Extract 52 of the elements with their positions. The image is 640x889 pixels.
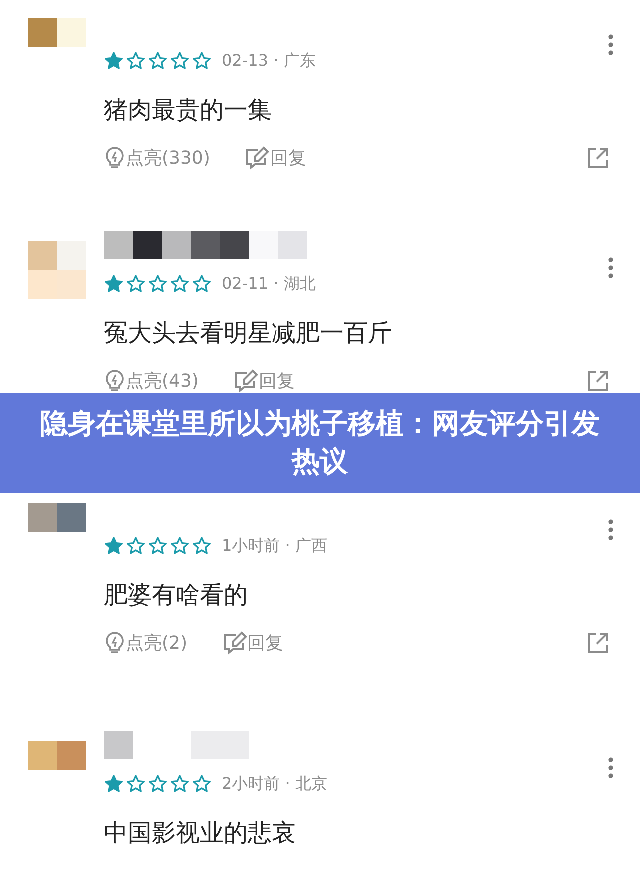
lightbulb-icon[interactable] [104,146,126,170]
pixelated-avatar [28,241,86,299]
comment-meta: 02-11 · 湖北 [222,274,316,294]
star-icon [170,774,190,794]
comment-meta: 1小时前 · 广西 [222,536,328,556]
like-button[interactable]: 点亮(43) [126,369,199,393]
comment-meta: 02-13 · 广东 [222,50,316,72]
pixelated-avatar [28,18,86,47]
star-icon [170,51,190,71]
star-icon [104,274,124,294]
pixelated-avatar [28,741,86,770]
banner-title: 隐身在课堂里所以为桃子移植：网友评分引发热议 [40,406,600,480]
edit-icon[interactable] [232,369,259,393]
pixelated-avatar [28,503,86,532]
star-icon [104,51,124,71]
lightbulb-icon[interactable] [104,369,126,393]
more-icon[interactable] [608,34,614,56]
star-icon [126,51,146,71]
edit-icon[interactable] [244,146,270,170]
edit-icon[interactable] [222,631,248,655]
star-icon [192,536,212,556]
share-icon[interactable] [586,631,610,655]
like-button[interactable]: 点亮(2) [126,631,188,655]
share-icon[interactable] [586,146,610,170]
star-icon [192,51,212,71]
comment-text: 冤大头去看明星减肥一百斤 [104,319,393,347]
more-icon[interactable] [608,519,614,541]
reply-button[interactable]: 回复 [248,631,284,655]
star-icon [126,274,146,294]
more-icon[interactable] [608,257,614,279]
star-icon [126,774,146,794]
more-icon[interactable] [608,757,614,779]
star-icon [148,51,168,71]
lightbulb-icon[interactable] [104,631,126,655]
star-icon [192,274,212,294]
star-icon [148,274,168,294]
star-icon [170,536,190,556]
reply-button[interactable]: 回复 [258,369,295,393]
star-icon [192,774,212,794]
comment-text: 中国影视业的悲哀 [104,819,297,847]
comment-text: 肥婆有啥看的 [104,581,249,609]
star-icon [104,536,124,556]
like-button[interactable]: 点亮(330) [126,146,210,170]
share-icon[interactable] [586,369,610,393]
star-icon [148,774,168,794]
comment-text: 猪肉最贵的一集 [104,96,273,124]
star-icon [170,274,190,294]
reply-button[interactable]: 回复 [270,146,306,170]
star-icon [126,536,146,556]
star-icon [148,536,168,556]
star-icon [104,774,124,794]
comment-meta: 2小时前 · 北京 [222,774,328,794]
